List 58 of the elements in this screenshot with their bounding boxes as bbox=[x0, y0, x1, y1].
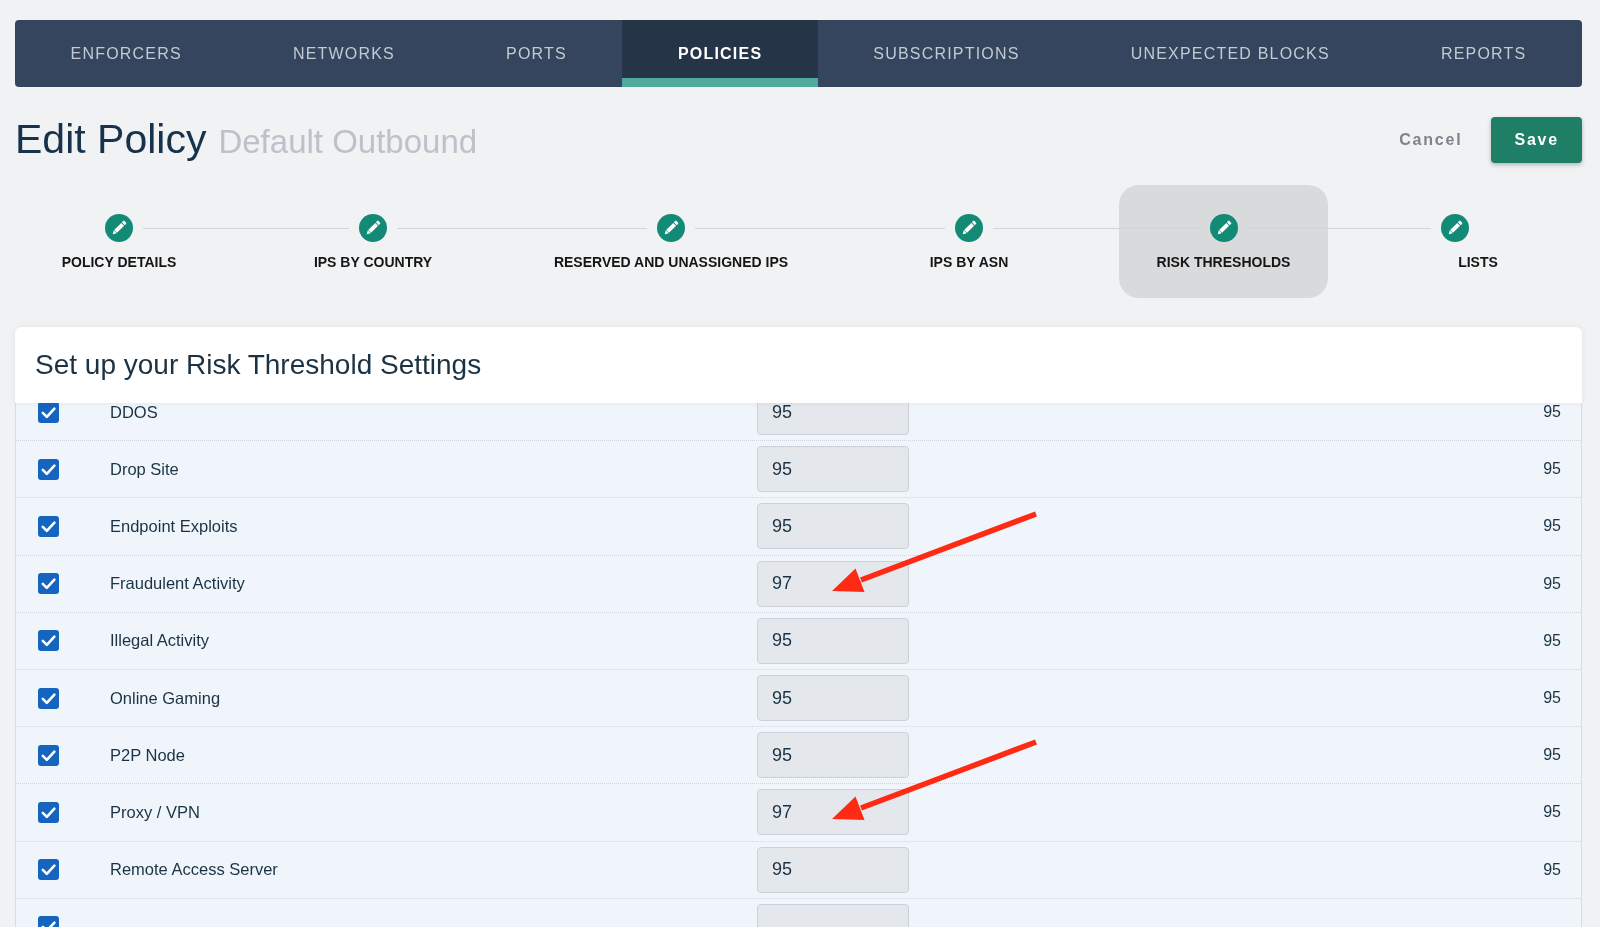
category-name: DDOS bbox=[110, 403, 158, 422]
category-name: Online Gaming bbox=[110, 688, 221, 708]
step-tab[interactable]: IPS BY ASN bbox=[819, 185, 1119, 298]
pencil-icon bbox=[359, 214, 387, 242]
threshold-value: 95 bbox=[1543, 403, 1561, 422]
checkbox[interactable] bbox=[38, 801, 59, 823]
pencil-icon bbox=[657, 214, 685, 242]
page-title: Edit Policy bbox=[15, 117, 207, 163]
nav-tab[interactable]: POLICIES bbox=[622, 20, 818, 87]
pencil-icon bbox=[1209, 214, 1238, 242]
threshold-value: 95 bbox=[1543, 574, 1561, 593]
threshold-input[interactable]: 97 bbox=[757, 789, 909, 836]
checkbox[interactable] bbox=[38, 744, 59, 766]
threshold-value: 95 bbox=[1543, 803, 1561, 822]
step-tab[interactable]: RESERVED AND UNASSIGNED IPS bbox=[523, 185, 819, 298]
threshold-input[interactable]: 95 bbox=[757, 617, 909, 664]
checkbox[interactable] bbox=[38, 573, 59, 595]
threshold-input[interactable]: 97 bbox=[757, 560, 909, 607]
threshold-value: 95 bbox=[1543, 746, 1561, 765]
threshold-input[interactable]: 95 bbox=[757, 846, 909, 893]
nav-tab[interactable]: ENFORCERS bbox=[15, 20, 238, 87]
step-tab[interactable]: POLICY DETAILS bbox=[15, 185, 223, 298]
checkbox[interactable] bbox=[38, 630, 59, 652]
nav-tab[interactable]: UNEXPECTED BLOCKS bbox=[1075, 20, 1386, 87]
checkbox[interactable] bbox=[38, 515, 59, 537]
threshold-value: 95 bbox=[1543, 460, 1561, 479]
threshold-input[interactable]: 95 bbox=[757, 403, 909, 436]
section-title: Set up your Risk Threshold Settings bbox=[35, 349, 482, 381]
checkbox[interactable] bbox=[38, 458, 59, 480]
category-name: Illegal Activity bbox=[110, 631, 210, 651]
pencil-icon bbox=[105, 214, 133, 242]
checkbox[interactable] bbox=[38, 859, 59, 881]
pencil-icon bbox=[955, 214, 983, 242]
save-button[interactable]: Save bbox=[1491, 117, 1582, 163]
category-name: Fraudulent Activity bbox=[110, 574, 245, 594]
checkbox[interactable] bbox=[38, 403, 59, 423]
threshold-input[interactable]: 95 bbox=[757, 675, 909, 722]
nav-tab[interactable]: REPORTS bbox=[1385, 20, 1582, 87]
category-name: Remote Access Server bbox=[110, 860, 278, 880]
step-tab[interactable]: IPS BY COUNTRY bbox=[223, 185, 523, 298]
category-name: Proxy / VPN bbox=[110, 802, 200, 822]
threshold-input[interactable]: 95 bbox=[757, 732, 909, 779]
category-name: Endpoint Exploits bbox=[110, 516, 238, 536]
threshold-value: 95 bbox=[1543, 860, 1561, 879]
category-name: Drop Site bbox=[110, 459, 179, 479]
step-tab[interactable]: LISTS bbox=[1328, 185, 1582, 298]
nav-tab[interactable]: NETWORKS bbox=[237, 20, 451, 87]
threshold-value: 95 bbox=[1543, 517, 1561, 536]
nav-tab[interactable]: SUBSCRIPTIONS bbox=[817, 20, 1076, 87]
threshold-value: 95 bbox=[1543, 631, 1561, 650]
pencil-icon bbox=[1441, 214, 1469, 242]
checkbox[interactable] bbox=[38, 687, 59, 709]
threshold-input[interactable]: 95 bbox=[757, 446, 909, 493]
category-name: P2P Node bbox=[110, 745, 185, 765]
nav-tab[interactable]: PORTS bbox=[450, 20, 623, 87]
threshold-value: 95 bbox=[1543, 689, 1561, 708]
threshold-input[interactable]: 95 bbox=[757, 503, 909, 550]
step-tab[interactable]: RISK THRESHOLDS bbox=[1119, 185, 1328, 298]
